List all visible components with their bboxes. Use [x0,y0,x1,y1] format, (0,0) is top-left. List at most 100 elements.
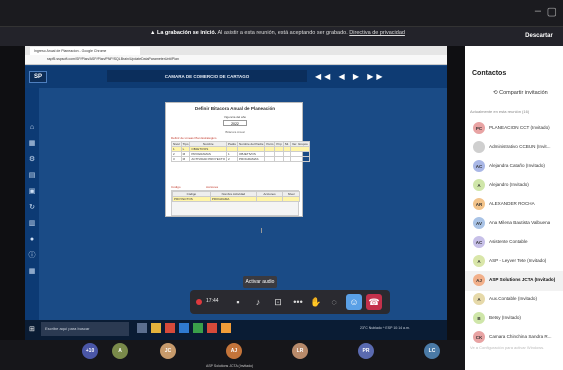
warning-icon: ▲ [150,30,156,36]
participant-item[interactable]: A ASP - Leyver Tete (Invitado) [465,252,563,272]
table-header-cell: Perio [264,141,276,147]
year-field[interactable]: 2022 [223,120,247,126]
maximize-icon[interactable]: ▢ [547,5,557,18]
participant-item[interactable]: AJ ASP Solutions JCTA (Invitado) [465,271,563,291]
user-icon: ● [29,236,35,243]
home-icon: ⌂ [29,124,35,131]
share-invite-label: Compartir invitación [499,90,548,96]
browser-tab: Ingreso Anual de Planeacion - Google Chr… [30,47,140,55]
grid-icon: ▦ [28,268,36,275]
meeting-count: Actualmente en esta reunión (16) [470,109,530,114]
share-invite-button[interactable]: ⟲ Compartir invitación [493,90,548,96]
actions-label: Acciones [206,185,219,189]
taskbar-app-icon[interactable] [221,323,231,333]
participant-name: Betsy (Invitado) [489,315,521,320]
avatar [473,141,485,153]
section-lines-title: Definir de Líneas Plan Estratégico [171,136,217,140]
panel-sublabel: Bitácora Anual [225,130,245,134]
lines-table: Nivel Tipo Nombre Padre Nombre del Padre Peri… [171,141,310,162]
app-title: CAMARA DE COMERCIO DE CARTAGO [107,70,307,82]
participant-item[interactable]: A Alejandro (Invitado) [465,176,563,196]
taskbar-app-icon[interactable] [193,323,203,333]
table-header-cell: Nivel [171,141,182,147]
dismiss-button[interactable]: Descartar [518,28,560,44]
raise-hand-icon[interactable]: ✋ [308,294,324,310]
participants-icon[interactable]: ☺ [346,294,362,310]
participant-name: PLANEACION CCT (Invitado) [489,125,550,130]
folder-icon: ▣ [28,188,36,195]
taskbar-tray: 23°C Nublado ^ ESP 10:14 a.m. [360,326,410,330]
start-icon[interactable]: ⊞ [29,325,35,333]
info-icon: ⓘ [28,252,36,259]
strip-avatar[interactable]: A [112,343,128,359]
chart-icon: ▦ [28,140,36,147]
table-cell: PROGRAMAS [237,156,266,162]
table-cell: PROGRAMA [209,196,257,202]
chat-icon[interactable]: ◌ [326,294,342,310]
taskbar-app-icon[interactable] [137,323,147,333]
activate-windows-note: Ve a Configuración para activar Windows. [470,345,545,350]
table-header-cell: Nombre del Padre [237,141,266,147]
recording-banner-text: ▲ La grabación se inició. Al asistir a e… [150,30,405,36]
strip-avatar[interactable]: AJ [226,343,242,359]
planning-panel: Definir Bitacora Anual de Planeación Vig… [165,102,310,217]
browser-url: sspf5.sspsoft.com/SP/Plan/ASP/Plan/PNP/S… [47,57,179,61]
strip-avatar[interactable]: JC [160,343,176,359]
taskbar-app-icon[interactable] [179,323,189,333]
avatar: CK [473,331,485,343]
privacy-link[interactable]: Directiva de privacidad [349,30,405,36]
table-cell: M [180,156,191,162]
participant-item[interactable]: PC PLANEACION CCT (Invitado) [465,119,563,139]
table-cell: ACTIVIDAD PROYECTO [189,156,228,162]
participant-name: ALEXANDER ROCHA [489,201,535,206]
avatar: AC [473,236,485,248]
taskbar-app-icon[interactable] [207,323,217,333]
table-cell: 3 [171,156,182,162]
document-icon: ▤ [28,172,36,179]
participant-name: Camara Chinchina Sandra R... [489,334,552,339]
table-cell [282,156,291,162]
participant-item[interactable]: AC Alejandra Cataño (Invitado) [465,157,563,177]
app-logo: SP [29,71,47,83]
share-icon: ⟲ [493,90,498,96]
participant-item[interactable]: Administrativo CCBUN (Invit... [465,138,563,158]
strip-avatar[interactable]: LR [292,343,308,359]
folder-icon[interactable] [151,323,161,333]
more-icon[interactable]: ••• [290,294,306,310]
minimize-icon[interactable]: – [535,5,541,17]
participant-item[interactable]: A Aux.Contable (Invitado) [465,290,563,310]
table-cell [274,156,284,162]
participant-name: Administrativo CCBUN (Invit... [489,144,551,149]
strip-avatar[interactable]: PR [358,343,374,359]
panel-title: Definir Bitacora Anual de Planeación [194,106,276,111]
section-activities-title: Código [171,185,181,189]
activities-table: Código Nombre Actividad Acciones Nivel PROY… [172,191,300,202]
share-screen-icon[interactable]: ⊡ [270,294,286,310]
table-cell [289,156,310,162]
participant-name: ASP Solutions JCTA (Invitado) [489,277,556,282]
taskbar-app-icon[interactable] [165,323,175,333]
taskbar-search[interactable]: Escribe aquí para buscar [41,322,129,336]
participant-item[interactable]: AV Ana Milena Bautista Valbuena [465,214,563,234]
table-header-cell: Ver. Grupos [289,141,310,147]
participant-item[interactable]: B Betsy (Invitado) [465,309,563,329]
participant-item[interactable]: AC Asistente Contable [465,233,563,253]
year-label: Vigencia del año [223,115,247,119]
recording-banner [0,26,563,46]
mic-off-icon[interactable]: ♪ [250,294,266,310]
avatar: PC [473,122,485,134]
hangup-icon[interactable]: ☎ [366,294,382,310]
strip-avatar[interactable]: LC [424,343,440,359]
video-off-icon[interactable]: ▪ [230,294,246,310]
strip-avatar[interactable]: +10 [82,343,98,359]
table-cell [255,196,284,202]
table-row[interactable]: 3 M ACTIVIDAD PROYECTO 2 PROGRAMAS [171,156,310,162]
avatar: AR [473,198,485,210]
participant-item[interactable]: AR ALEXANDER ROCHA [465,195,563,215]
tooltip-unmute: Activar audio [243,276,277,288]
avatar: AC [473,160,485,172]
table-cell: 2 [226,156,239,162]
table-row[interactable]: PROYECTOS PROGRAMA [172,196,300,202]
avatar: A [473,179,485,191]
contacts-title: Contactos [472,70,507,77]
